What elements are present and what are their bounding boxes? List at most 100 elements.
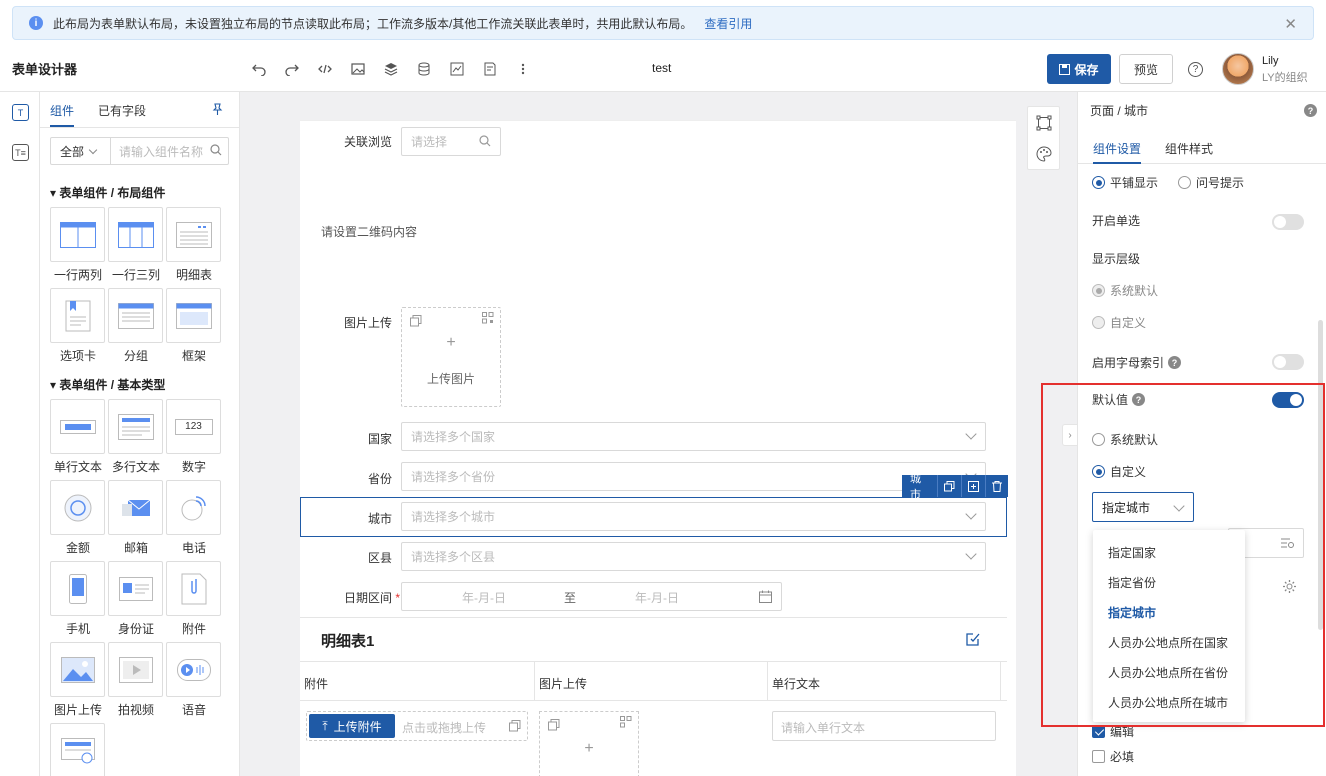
radio-question-tip[interactable]: [1178, 176, 1192, 189]
country-label: 国家: [367, 432, 392, 446]
component-email[interactable]: 邮箱: [108, 480, 164, 556]
tab-components[interactable]: 组件: [50, 102, 74, 119]
radio-tile-display[interactable]: [1092, 176, 1105, 189]
group-basic-heading: ▾ 表单组件 / 基本类型: [50, 378, 166, 392]
component-phone[interactable]: 电话: [166, 480, 222, 556]
avatar[interactable]: [1222, 53, 1254, 85]
component-detail-table[interactable]: 明细表: [166, 207, 222, 283]
save-icon: [1059, 63, 1071, 75]
left-rail: T T≡: [0, 92, 40, 776]
tab-component-style[interactable]: 组件样式: [1165, 140, 1213, 157]
notice-text: 此布局为表单默认布局，未设置独立布局的节点读取此布局；工作流多版本/其他工作流关…: [53, 16, 693, 31]
province-select[interactable]: 请选择多个省份: [401, 462, 986, 491]
component-multi-text[interactable]: 多行文本: [108, 399, 164, 475]
copy-icon: [410, 315, 422, 330]
qr-code-hint: 请设置二维码内容: [321, 225, 418, 239]
view-references-link[interactable]: 查看引用: [704, 15, 752, 32]
level-custom[interactable]: 自定义: [1092, 314, 1146, 331]
image-upload-area[interactable]: + 上传图片: [401, 307, 501, 407]
text-component-icon[interactable]: T: [12, 104, 29, 121]
pin-icon[interactable]: [212, 103, 223, 119]
display-mode-group: 平铺显示 问号提示: [1092, 174, 1244, 191]
detail-image-upload[interactable]: +: [539, 711, 639, 776]
upload-attachment-button[interactable]: ⤒ 上传附件: [309, 714, 395, 738]
search-input[interactable]: 请输入组件名称: [111, 143, 210, 160]
help-icon[interactable]: ?: [1168, 356, 1182, 369]
add-icon[interactable]: [962, 475, 986, 497]
breadcrumb: 页面 / 城市: [1090, 104, 1149, 118]
selected-tag-label: 城市: [902, 473, 938, 501]
component-mobile[interactable]: 手机: [50, 561, 106, 637]
component-id-card[interactable]: 身份证: [108, 561, 164, 637]
structure-icon[interactable]: [1036, 115, 1052, 134]
component-tabs[interactable]: 选项卡: [50, 288, 106, 364]
component-frame[interactable]: 框架: [166, 288, 222, 364]
group-layout-heading: ▾ 表单组件 / 布局组件: [50, 186, 166, 200]
info-icon: i: [29, 16, 43, 30]
copy-icon[interactable]: [938, 475, 962, 497]
single-select-label: 开启单选: [1092, 214, 1141, 228]
date-range-input[interactable]: 年-月-日 至 年-月-日: [401, 582, 782, 611]
chevron-down-icon: [965, 428, 977, 440]
preview-button[interactable]: 预览: [1119, 54, 1173, 84]
app-title: 表单设计器: [12, 62, 78, 77]
user-org: LY的组织: [1262, 72, 1308, 84]
delete-icon[interactable]: [986, 475, 1008, 497]
display-level-label: 显示层级: [1092, 252, 1141, 266]
more-icon[interactable]: [512, 59, 533, 79]
linked-browse-input[interactable]: 请选择: [401, 127, 501, 156]
calendar-icon: [759, 590, 772, 606]
close-icon[interactable]: ✕: [1284, 15, 1297, 33]
upload-icon: ⤒: [322, 718, 328, 733]
undo-icon[interactable]: [248, 59, 269, 79]
letter-index-toggle[interactable]: [1272, 354, 1304, 370]
component-attachment[interactable]: 附件: [166, 561, 222, 637]
detail-header-row: 附件 图片上传 单行文本: [300, 661, 1007, 701]
district-select[interactable]: 请选择多个区县: [401, 542, 986, 571]
component-web-link[interactable]: [50, 723, 106, 776]
district-label: 区县: [367, 551, 392, 565]
chevron-down-icon: [965, 548, 977, 560]
component-video[interactable]: 拍视频: [108, 642, 164, 718]
toolbar-icons: [248, 59, 533, 79]
linked-browse-label: 关联浏览: [343, 135, 392, 149]
tab-component-settings[interactable]: 组件设置: [1093, 140, 1141, 157]
country-select[interactable]: 请选择多个国家: [401, 422, 986, 451]
chevron-down-icon: [88, 145, 98, 154]
detail-table-title: 明细表1: [321, 633, 375, 650]
code-icon[interactable]: [314, 59, 335, 79]
save-button[interactable]: 保存: [1047, 54, 1111, 84]
form-name: test: [652, 61, 672, 75]
redo-icon[interactable]: [281, 59, 302, 79]
single-select-toggle[interactable]: [1272, 214, 1304, 230]
tab-existing-fields[interactable]: 已有字段: [98, 102, 146, 119]
palette-icon[interactable]: [1036, 146, 1052, 165]
level-system-default[interactable]: 系统默认: [1092, 282, 1158, 299]
component-image-upload[interactable]: 图片上传: [50, 642, 106, 718]
component-single-text[interactable]: 单行文本: [50, 399, 106, 475]
image-icon[interactable]: [347, 59, 368, 79]
component-two-columns[interactable]: 一行两列: [50, 207, 106, 283]
help-icon[interactable]: ?: [1188, 62, 1203, 77]
notice-bar: i 此布局为表单默认布局，未设置独立布局的节点读取此布局；工作流多版本/其他工作…: [12, 6, 1314, 40]
top-toolbar: 表单设计器 test 保存 预览 ? Lily LY的组织: [0, 46, 1326, 92]
layers-icon[interactable]: [380, 59, 401, 79]
date-range-label: 日期区间 *: [343, 591, 400, 605]
component-three-columns[interactable]: 一行三列: [108, 207, 164, 283]
text-list-icon[interactable]: T≡: [12, 144, 29, 161]
required-checkbox[interactable]: 必填: [1092, 748, 1134, 765]
selected-toolbar: 城市: [902, 473, 1008, 501]
detail-text-input[interactable]: 请输入单行文本: [772, 711, 996, 741]
component-voice[interactable]: 语音: [166, 642, 222, 718]
detail-table: 明细表1 附件 图片上传 单行文本 ⤒ 上传附件 点击或拖拽上传 + 请输入单行文…: [300, 617, 1007, 776]
help-icon[interactable]: ?: [1304, 104, 1317, 117]
category-select[interactable]: 全部: [51, 138, 111, 164]
component-amount[interactable]: 金额: [50, 480, 106, 556]
document-icon[interactable]: [479, 59, 500, 79]
component-number[interactable]: 123 数字: [166, 399, 222, 475]
component-group[interactable]: 分组: [108, 288, 164, 364]
city-select[interactable]: 请选择多个城市: [401, 502, 986, 531]
chart-icon[interactable]: [446, 59, 467, 79]
database-icon[interactable]: [413, 59, 434, 79]
edit-icon[interactable]: [966, 632, 980, 649]
